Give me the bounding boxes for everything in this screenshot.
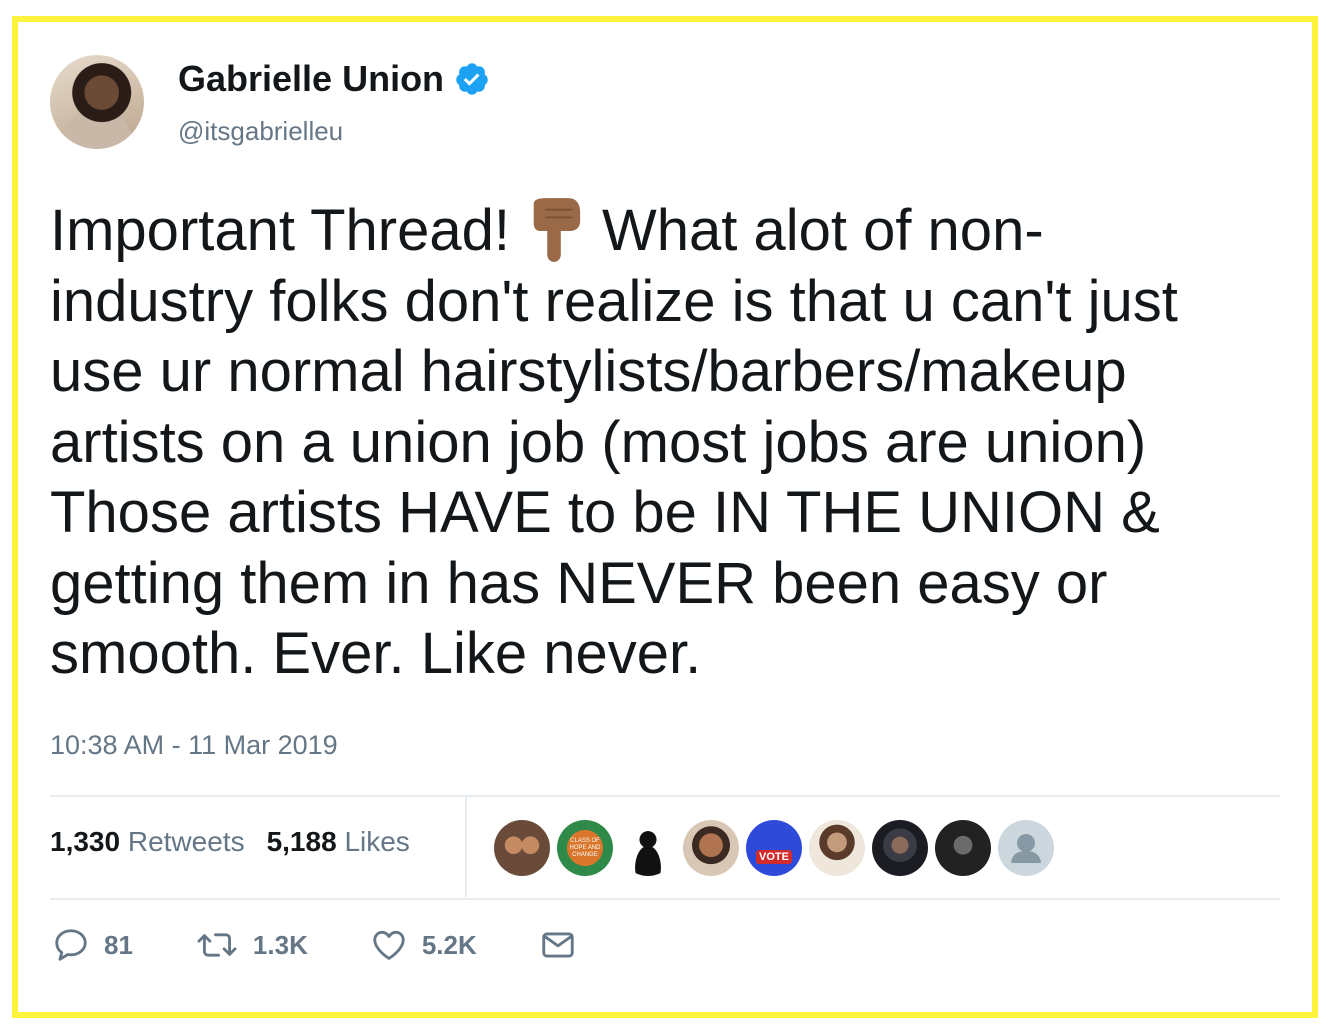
default-avatar-icon[interactable] xyxy=(998,820,1054,876)
author-name-text[interactable]: Gabrielle Union xyxy=(178,58,444,100)
divider xyxy=(50,898,1280,900)
liker-avatar-7[interactable] xyxy=(872,820,928,876)
tweet-line: artists on a union job (most jobs are un… xyxy=(50,409,1147,475)
default-avatar-silhouette-icon xyxy=(1011,834,1041,863)
author-handle[interactable]: @itsgabrielleu xyxy=(178,116,343,147)
like-button[interactable]: 5.2K xyxy=(370,926,477,964)
divider xyxy=(50,795,1280,797)
tweet-text: Important Thread! What alot of non- indu… xyxy=(50,196,1290,690)
tweet-line: getting them in has NEVER been easy or xyxy=(50,550,1108,616)
liker-avatar-1[interactable] xyxy=(494,820,550,876)
liker-avatar-5-text: VOTE xyxy=(756,850,792,864)
author-name[interactable]: Gabrielle Union xyxy=(178,58,490,100)
reply-icon xyxy=(55,929,87,961)
liker-avatar-8[interactable] xyxy=(935,820,991,876)
liker-avatar-2[interactable]: CLASS OF HOPE AND CHANGE xyxy=(557,820,613,876)
retweet-button[interactable]: 1.3K xyxy=(195,926,308,964)
like-count: 5.2K xyxy=(421,929,477,960)
tweet-line: smooth. Ever. Like never. xyxy=(50,621,702,686)
tweet-line: use ur normal hairstylists/barbers/makeu… xyxy=(50,339,1127,404)
liker-avatar-3[interactable] xyxy=(620,820,676,876)
tweet-line: industry folks don't realize is that u c… xyxy=(50,268,1178,334)
retweet-icon xyxy=(197,933,237,957)
tweet-line: Important Thread! What alot of non- xyxy=(50,196,1290,267)
liker-avatars: CLASS OF HOPE AND CHANGE VOTE xyxy=(494,820,1054,876)
direct-message-button[interactable] xyxy=(539,926,577,964)
engagement-stats: 1,330 Retweets 5,188 Likes xyxy=(50,826,410,858)
retweet-count: 1.3K xyxy=(252,929,308,960)
heart-icon xyxy=(373,930,405,960)
liker-avatar-4[interactable] xyxy=(683,820,739,876)
author-avatar[interactable] xyxy=(50,55,144,149)
liker-avatar-5[interactable]: VOTE xyxy=(746,820,802,876)
likes-label: Likes xyxy=(344,826,410,857)
reply-count: 81 xyxy=(104,929,133,960)
liker-avatar-6[interactable] xyxy=(809,820,865,876)
verified-badge-icon xyxy=(456,63,488,95)
tweet-line-segment: What alot of non- xyxy=(601,198,1044,263)
reply-button[interactable]: 81 xyxy=(52,926,133,964)
liker-avatar-2-text: CLASS OF HOPE AND CHANGE xyxy=(569,837,601,858)
tweet-line: Those artists HAVE to be IN THE UNION & xyxy=(50,480,1160,545)
tweet-timestamp[interactable]: 10:38 AM - 11 Mar 2019 xyxy=(50,730,338,761)
pointing-down-emoji-icon xyxy=(533,198,581,262)
retweets-stat[interactable]: 1,330 Retweets xyxy=(50,826,245,858)
retweets-label: Retweets xyxy=(127,826,245,857)
likes-stat[interactable]: 5,188 Likes xyxy=(267,826,410,858)
envelope-icon xyxy=(542,932,574,958)
retweets-count: 1,330 xyxy=(50,826,121,857)
tweet-line-segment: Important Thread! xyxy=(50,198,510,263)
tweet-actions: 81 1.3K 5.2K xyxy=(52,926,639,964)
stats-divider xyxy=(465,797,467,897)
likes-count: 5,188 xyxy=(266,826,337,857)
